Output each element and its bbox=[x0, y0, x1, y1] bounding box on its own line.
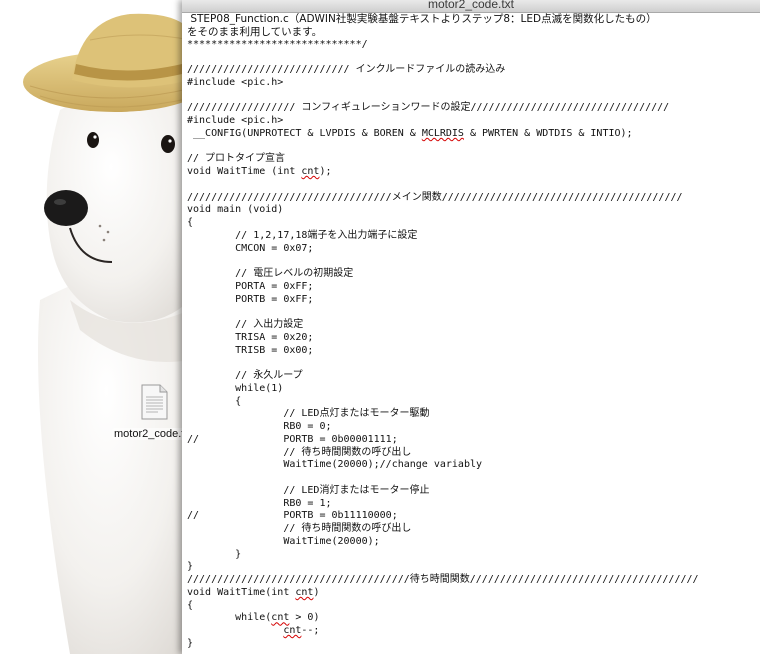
code-line: // プロトタイプ宣言 bbox=[187, 153, 286, 165]
code-line: #include <pic.h> bbox=[187, 76, 284, 88]
code-line: // LED点灯またはモーター駆動 bbox=[187, 408, 430, 420]
code-line: while(1) bbox=[187, 382, 284, 394]
misspelled-word: MCLRDIS bbox=[421, 127, 464, 139]
document-text-area[interactable]: STEP08_Function.c（ADWIN社製実験基盤テキストよりステップ8… bbox=[182, 13, 760, 654]
code-line: // 待ち時間関数の呼び出し bbox=[187, 523, 412, 534]
window-titlebar[interactable]: motor2_code.txt bbox=[182, 0, 760, 13]
code-line: { bbox=[187, 395, 242, 407]
code-line: #include <pic.h> bbox=[187, 115, 284, 126]
code-line: PORTA = 0xFF; bbox=[187, 280, 314, 292]
code-line: CMCON = 0x07; bbox=[187, 242, 314, 254]
code-line: WaitTime(20000); bbox=[187, 535, 380, 547]
code-line: /////////////////////////////////////待ち時… bbox=[187, 574, 699, 585]
code-line: cnt--; bbox=[283, 625, 320, 636]
code-line: /////////////////////////// インクルードファイルの読… bbox=[187, 64, 506, 75]
text-editor-window[interactable]: motor2_code.txt STEP08_Function.c（ADWIN社… bbox=[182, 0, 760, 654]
code-line: { bbox=[187, 599, 194, 611]
code-line: void WaitTime(int cnt) bbox=[187, 586, 320, 598]
code-line: // 1,2,17,18端子を入出力端子に設定 bbox=[187, 229, 418, 241]
code-line: // 待ち時間関数の呼び出し bbox=[187, 446, 412, 458]
code-line: // 永久ループ bbox=[187, 370, 303, 381]
desktop-file-label: motor2_code.t bbox=[112, 428, 190, 440]
misspelled-word: cnt bbox=[301, 166, 320, 177]
misspelled-word: cnt bbox=[295, 586, 314, 598]
code-line: をそのまま利用しています。 bbox=[187, 25, 323, 38]
code-line: __CONFIG(UNPROTECT & LVPDIS & BOREN & MC… bbox=[187, 127, 633, 139]
dog-wallpaper-image bbox=[23, 13, 190, 654]
code-line: TRISA = 0x20; bbox=[187, 331, 314, 343]
code-line: // LED消灯またはモーター停止 bbox=[187, 484, 430, 496]
code-line: STEP08_Function.c（ADWIN社製実験基盤テキストよりステップ8… bbox=[187, 13, 657, 25]
code-line: WaitTime(20000);//change variably bbox=[187, 459, 483, 471]
misspelled-word: cnt bbox=[271, 612, 290, 624]
code-line: // PORTB = 0b00001111; bbox=[187, 433, 398, 445]
code-line: //////////////////////////////////メイン関数/… bbox=[187, 191, 683, 203]
code-line: { bbox=[187, 217, 194, 228]
code-line: // PORTB = 0b11110000; bbox=[187, 510, 398, 522]
code-line: // 入出力設定 bbox=[187, 319, 304, 330]
code-line: void main (void) bbox=[187, 204, 284, 216]
window-title: motor2_code.txt bbox=[427, 0, 515, 11]
code-line: // 電圧レベルの初期設定 bbox=[187, 268, 354, 279]
code-line: } bbox=[187, 561, 194, 573]
code-text[interactable]: STEP08_Function.c（ADWIN社製実験基盤テキストよりステップ8… bbox=[187, 13, 699, 651]
code-line: while(cnt > 0) bbox=[187, 612, 320, 624]
code-line: RB0 = 0; bbox=[187, 421, 332, 432]
code-line: } bbox=[187, 548, 242, 560]
code-line: } bbox=[187, 637, 194, 649]
code-line: TRISB = 0x00; bbox=[187, 344, 314, 356]
text-document-icon bbox=[141, 384, 168, 420]
code-line: void WaitTime (int cnt); bbox=[187, 166, 332, 177]
misspelled-word: cnt bbox=[283, 625, 302, 636]
code-line: *****************************/ bbox=[187, 38, 368, 50]
desktop-wallpaper: motor2_code.t bbox=[0, 0, 190, 654]
desktop-file-icon[interactable]: motor2_code.t bbox=[112, 384, 190, 448]
code-line: ////////////////// コンフィギュレーションワードの設定////… bbox=[187, 102, 670, 114]
code-line: RB0 = 1; bbox=[187, 497, 332, 509]
code-line: PORTB = 0xFF; bbox=[187, 293, 314, 305]
